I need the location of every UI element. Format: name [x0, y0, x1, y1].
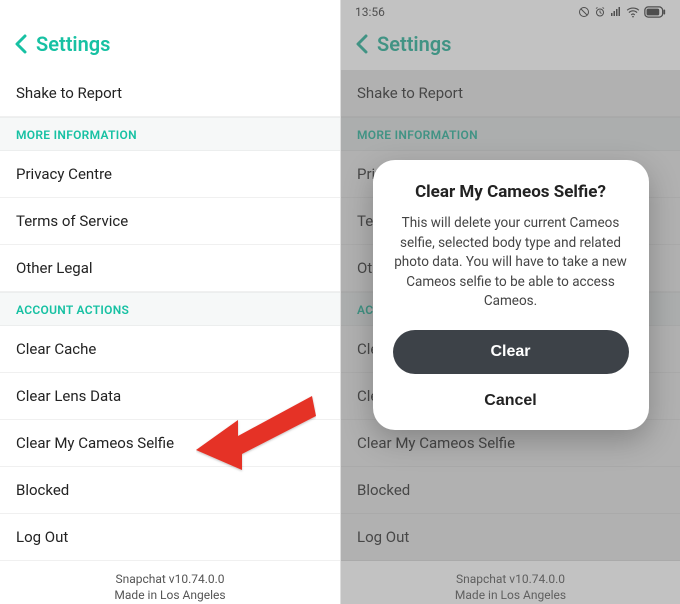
- back-icon[interactable]: [14, 34, 28, 54]
- dialog-title: Clear My Cameos Selfie?: [393, 182, 629, 202]
- footer-version: Snapchat v10.74.0.0: [0, 571, 340, 587]
- status-time: 13:56: [355, 5, 385, 19]
- row-label: Clear Lens Data: [16, 387, 121, 405]
- row-label: Clear My Cameos Selfie: [16, 434, 174, 452]
- wifi-icon: [626, 6, 640, 18]
- row-label: Clear Cache: [16, 340, 96, 358]
- row-label: Other Legal: [16, 259, 93, 277]
- status-bar: [0, 0, 340, 22]
- row-label: Terms of Service: [16, 212, 128, 230]
- header-title: Settings: [377, 32, 451, 56]
- row-terms-of-service[interactable]: Terms of Service: [0, 198, 340, 245]
- dnd-icon: [578, 6, 590, 18]
- dialog-clear-cameos: Clear My Cameos Selfie? This will delete…: [373, 160, 649, 430]
- row-label: Log Out: [357, 528, 409, 546]
- status-icons: [578, 6, 666, 18]
- row-clear-my-cameos-selfie[interactable]: Clear My Cameos Selfie: [0, 420, 340, 467]
- row-privacy-centre[interactable]: Privacy Centre: [0, 151, 340, 198]
- row-label: Shake to Report: [16, 84, 122, 102]
- battery-icon: [644, 6, 666, 18]
- header-title: Settings: [36, 32, 110, 56]
- footer-location: Made in Los Angeles: [341, 587, 680, 603]
- section-account-actions: ACCOUNT ACTIONS: [0, 292, 340, 326]
- alarm-icon: [594, 6, 606, 18]
- clear-button[interactable]: Clear: [393, 330, 629, 374]
- row-label: Privacy Centre: [16, 165, 112, 183]
- section-more-information: MORE INFORMATION: [0, 117, 340, 151]
- status-bar: 13:56: [341, 0, 680, 22]
- dialog-body: This will delete your current Cameos sel…: [393, 214, 629, 312]
- screen-right: 13:56 Settings Shake to Report MORE INFO…: [340, 0, 680, 604]
- row-clear-cache[interactable]: Clear Cache: [0, 326, 340, 373]
- row-label: Log Out: [16, 528, 68, 546]
- screen-left: Settings Shake to Report MORE INFORMATIO…: [0, 0, 340, 604]
- row-log-out[interactable]: Log Out: [341, 514, 680, 561]
- row-blocked[interactable]: Blocked: [0, 467, 340, 514]
- row-clear-lens-data[interactable]: Clear Lens Data: [0, 373, 340, 420]
- header: Settings: [0, 22, 340, 70]
- row-other-legal[interactable]: Other Legal: [0, 245, 340, 292]
- row-log-out[interactable]: Log Out: [0, 514, 340, 561]
- section-more-information: MORE INFORMATION: [341, 117, 680, 151]
- footer: Snapchat v10.74.0.0 Made in Los Angeles: [341, 561, 680, 604]
- row-shake-to-report[interactable]: Shake to Report: [341, 70, 680, 117]
- row-label: Blocked: [16, 481, 69, 499]
- header: Settings: [341, 22, 680, 70]
- row-label: Clear My Cameos Selfie: [357, 434, 515, 452]
- footer: Snapchat v10.74.0.0 Made in Los Angeles: [0, 561, 340, 604]
- footer-location: Made in Los Angeles: [0, 587, 340, 603]
- footer-version: Snapchat v10.74.0.0: [341, 571, 680, 587]
- cancel-button[interactable]: Cancel: [393, 386, 629, 414]
- back-icon[interactable]: [355, 34, 369, 54]
- row-label: Shake to Report: [357, 84, 463, 102]
- row-label: Blocked: [357, 481, 410, 499]
- signal-icon: [610, 6, 622, 18]
- row-blocked[interactable]: Blocked: [341, 467, 680, 514]
- row-shake-to-report[interactable]: Shake to Report: [0, 70, 340, 117]
